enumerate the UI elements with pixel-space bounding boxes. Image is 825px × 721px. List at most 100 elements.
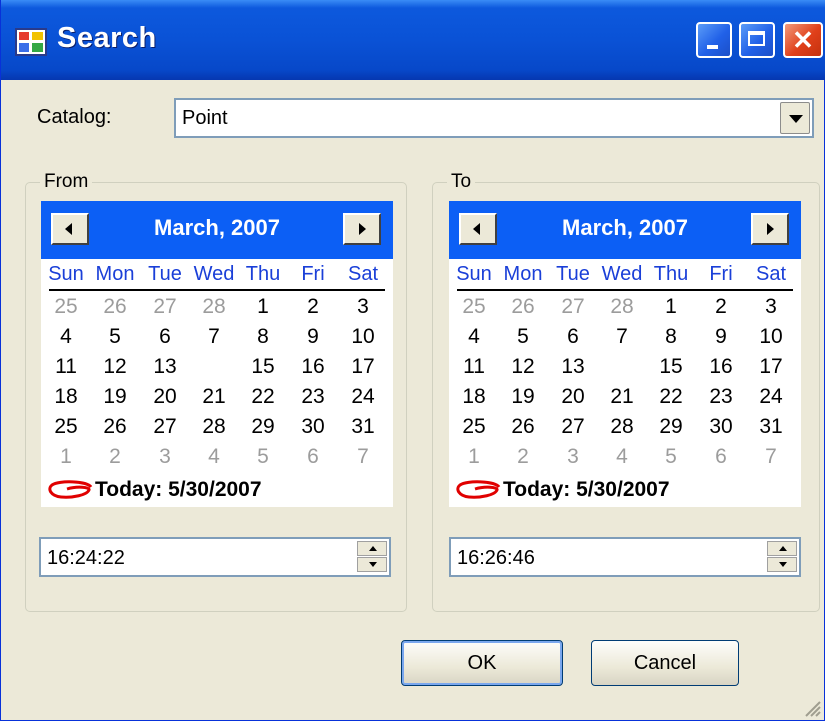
calendar-day[interactable]: 22 [646, 385, 696, 409]
calendar-day[interactable]: 29 [646, 415, 696, 439]
from-time-down-button[interactable] [357, 557, 387, 572]
close-button[interactable]: ✕ [783, 22, 823, 58]
calendar-day[interactable]: 23 [288, 385, 338, 409]
calendar-day[interactable]: 30 [288, 415, 338, 439]
calendar-day[interactable]: 13 [140, 355, 190, 379]
to-time-spinner[interactable] [767, 541, 797, 573]
calendar-day[interactable]: 8 [238, 325, 288, 349]
calendar-day[interactable]: 12 [90, 355, 140, 379]
calendar-day[interactable]: 25 [41, 295, 91, 319]
calendar-day[interactable]: 26 [90, 415, 140, 439]
calendar-day[interactable]: 16 [696, 355, 746, 379]
calendar-day[interactable]: 25 [449, 295, 499, 319]
resize-grip-icon[interactable] [800, 696, 822, 718]
title-bar[interactable]: Search ✕ [1, 0, 825, 80]
calendar-day[interactable]: 17 [746, 355, 796, 379]
calendar-day[interactable]: 18 [41, 385, 91, 409]
calendar-day[interactable]: 3 [140, 445, 190, 469]
calendar-day[interactable]: 6 [288, 445, 338, 469]
calendar-day[interactable]: 9 [288, 325, 338, 349]
from-time-spinner[interactable] [357, 541, 387, 573]
calendar-day[interactable]: 16 [288, 355, 338, 379]
catalog-dropdown[interactable]: Point [174, 98, 814, 138]
calendar-day[interactable]: 6 [696, 445, 746, 469]
calendar-day[interactable]: 27 [548, 415, 598, 439]
calendar-day[interactable]: 31 [746, 415, 796, 439]
calendar-day[interactable]: 1 [449, 445, 499, 469]
calendar-day[interactable]: 28 [597, 415, 647, 439]
calendar-day[interactable]: 7 [189, 325, 239, 349]
calendar-day[interactable]: 3 [338, 295, 388, 319]
calendar-day[interactable]: 10 [746, 325, 796, 349]
calendar-day[interactable]: 3 [548, 445, 598, 469]
cancel-button[interactable]: Cancel [591, 640, 739, 686]
minimize-button[interactable] [696, 22, 732, 58]
to-time-input[interactable]: 16:26:46 [449, 537, 801, 577]
calendar-day[interactable]: 12 [498, 355, 548, 379]
ok-button[interactable]: OK [401, 640, 563, 686]
calendar-day[interactable]: 10 [338, 325, 388, 349]
calendar-day[interactable]: 5 [238, 445, 288, 469]
dropdown-button[interactable] [780, 102, 810, 134]
from-time-up-button[interactable] [357, 541, 387, 556]
calendar-day[interactable]: 2 [696, 295, 746, 319]
calendar-day[interactable]: 30 [696, 415, 746, 439]
calendar-day[interactable]: 28 [189, 415, 239, 439]
calendar-day[interactable]: 15 [238, 355, 288, 379]
calendar-day[interactable]: 4 [597, 445, 647, 469]
calendar-day[interactable]: 2 [498, 445, 548, 469]
calendar-day[interactable]: 24 [338, 385, 388, 409]
calendar-day[interactable]: 11 [449, 355, 499, 379]
calendar-day[interactable]: 4 [41, 325, 91, 349]
calendar-day[interactable]: 28 [597, 295, 647, 319]
calendar-day[interactable]: 5 [498, 325, 548, 349]
calendar-day[interactable]: 25 [41, 415, 91, 439]
from-next-month-button[interactable] [343, 213, 381, 245]
calendar-day[interactable]: 19 [498, 385, 548, 409]
calendar-day[interactable]: 17 [338, 355, 388, 379]
calendar-day[interactable]: 20 [140, 385, 190, 409]
calendar-day[interactable]: 8 [646, 325, 696, 349]
calendar-day[interactable]: 1 [41, 445, 91, 469]
calendar-day[interactable]: 9 [696, 325, 746, 349]
calendar-day[interactable]: 11 [41, 355, 91, 379]
calendar-day[interactable]: 22 [238, 385, 288, 409]
maximize-button[interactable] [739, 22, 775, 58]
calendar-day[interactable]: 6 [140, 325, 190, 349]
calendar-day[interactable]: 1 [238, 295, 288, 319]
calendar-day[interactable]: 7 [597, 325, 647, 349]
calendar-day[interactable]: 20 [548, 385, 598, 409]
calendar-day[interactable]: 4 [449, 325, 499, 349]
calendar-day[interactable]: 2 [90, 445, 140, 469]
calendar-day[interactable]: 1 [646, 295, 696, 319]
calendar-day[interactable]: 26 [498, 295, 548, 319]
calendar-day[interactable]: 4 [189, 445, 239, 469]
calendar-day-selected[interactable]: 14 [189, 355, 239, 379]
calendar-day[interactable]: 27 [140, 295, 190, 319]
calendar-day[interactable]: 18 [449, 385, 499, 409]
calendar-day[interactable]: 23 [696, 385, 746, 409]
calendar-day[interactable]: 27 [548, 295, 598, 319]
calendar-day[interactable]: 29 [238, 415, 288, 439]
calendar-day[interactable]: 26 [498, 415, 548, 439]
calendar-day[interactable]: 7 [338, 445, 388, 469]
calendar-day[interactable]: 5 [646, 445, 696, 469]
calendar-day[interactable]: 25 [449, 415, 499, 439]
calendar-day[interactable]: 15 [646, 355, 696, 379]
calendar-day-selected[interactable]: 14 [597, 355, 647, 379]
calendar-day[interactable]: 27 [140, 415, 190, 439]
calendar-day[interactable]: 2 [288, 295, 338, 319]
calendar-day[interactable]: 28 [189, 295, 239, 319]
calendar-day[interactable]: 26 [90, 295, 140, 319]
calendar-day[interactable]: 3 [746, 295, 796, 319]
from-time-input[interactable]: 16:24:22 [39, 537, 391, 577]
calendar-day[interactable]: 24 [746, 385, 796, 409]
calendar-day[interactable]: 21 [597, 385, 647, 409]
to-time-down-button[interactable] [767, 557, 797, 572]
calendar-day[interactable]: 21 [189, 385, 239, 409]
calendar-day[interactable]: 7 [746, 445, 796, 469]
calendar-day[interactable]: 19 [90, 385, 140, 409]
from-today-link[interactable]: Today: 5/30/2007 [47, 478, 387, 504]
calendar-day[interactable]: 13 [548, 355, 598, 379]
calendar-day[interactable]: 5 [90, 325, 140, 349]
